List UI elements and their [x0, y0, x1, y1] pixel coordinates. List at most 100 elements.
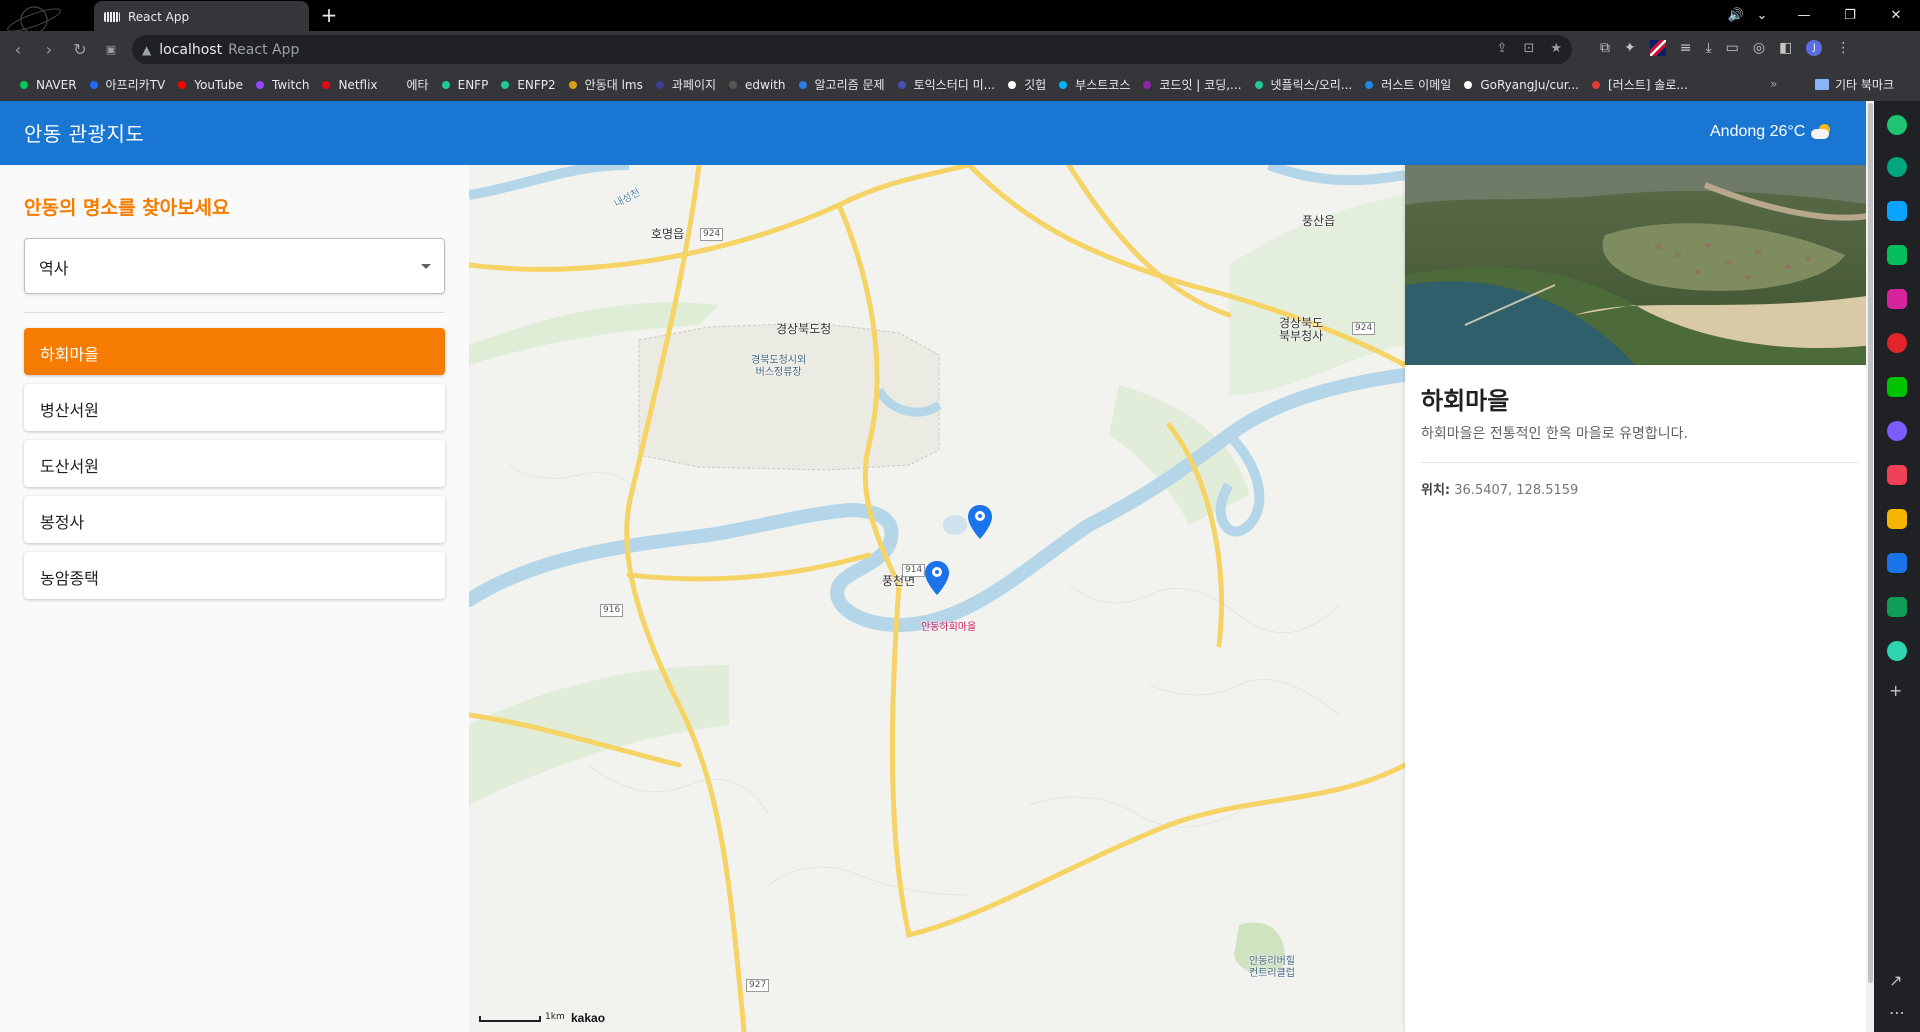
bookmark-item[interactable]: 아프리카TV [89, 76, 165, 93]
road-number: 927 [746, 979, 770, 992]
forward-icon[interactable]: › [36, 37, 62, 63]
bookmark-item[interactable]: GoRyangJu/cur... [1464, 78, 1579, 92]
bookmark-item[interactable]: 토익스터디 미... [897, 76, 995, 93]
bookmark-favicon-icon [1464, 80, 1473, 89]
restore-button[interactable]: ❐ [1828, 0, 1872, 31]
bookmarks-overflow-button[interactable]: » [1770, 77, 1777, 91]
place-item-label: 병산서원 [40, 401, 99, 420]
map-background [469, 165, 1405, 1032]
tab-search-icon[interactable]: ⌄ [1740, 0, 1784, 31]
place-photo [1405, 165, 1874, 365]
naver-band-icon[interactable] [1887, 245, 1907, 265]
partly-cloudy-icon [1811, 124, 1833, 140]
messenger-icon[interactable] [1887, 421, 1907, 441]
folder-icon [1815, 79, 1829, 90]
reader-icon[interactable]: ▣ [98, 37, 124, 63]
place-item-dosan[interactable]: 도산서원 [24, 440, 445, 487]
bookmark-favicon-icon [1365, 80, 1374, 89]
bookmark-item[interactable]: 러스트 이메일 [1365, 76, 1451, 93]
bookmark-favicon-icon [256, 80, 265, 89]
place-item-byeongsan[interactable]: 병산서원 [24, 384, 445, 431]
instagram-icon[interactable] [1887, 289, 1907, 309]
map-marker-icon[interactable] [967, 504, 993, 540]
bookmark-item[interactable]: 깃헙 [1008, 76, 1046, 93]
map-marker-icon[interactable] [924, 560, 950, 596]
other-bookmarks-folder[interactable]: 기타 북마크 [1815, 76, 1894, 93]
browser-toolbar: ‹ › ↻ ▣ ▲ localhost React App ⇪ ⊡ ★ ⧉ ✦ … [0, 31, 1920, 68]
place-item-nongam[interactable]: 농암종택 [24, 552, 445, 599]
bookmark-item[interactable]: NAVER [20, 78, 77, 92]
camera-icon[interactable]: ◎ [1753, 40, 1765, 56]
bookmark-item[interactable]: 안동대 lms [568, 76, 643, 93]
road-number: 924 [1352, 322, 1376, 335]
pocket-icon[interactable] [1887, 465, 1907, 485]
bookmarks-bar: NAVER 아프리카TV YouTube Twitch Netflix 에타 E… [0, 68, 1920, 101]
map-label-north-office: 경상북도 북부청사 [1279, 316, 1324, 343]
place-item-bongjeongsa[interactable]: 봉정사 [24, 496, 445, 543]
spotify-like-icon[interactable] [1887, 115, 1907, 135]
more-icon[interactable]: ⋯ [1889, 1003, 1905, 1022]
back-icon[interactable]: ‹ [5, 37, 31, 63]
browser-tab-bar: React App + 🔊 ⌄ — ❐ ✕ [0, 0, 1920, 33]
app-header: 안동 관광지도 Andong 26°C [0, 101, 1874, 165]
bookmark-favicon-icon [1254, 80, 1263, 89]
add-panel-icon[interactable]: + [1889, 681, 1902, 700]
page-scrollbar-thumb[interactable] [1868, 103, 1873, 983]
bookmark-item[interactable]: 코드잇 | 코딩,... [1143, 76, 1242, 93]
bookmark-item[interactable]: Twitch [256, 78, 309, 92]
line-icon[interactable] [1887, 377, 1907, 397]
reload-icon[interactable]: ↻ [67, 37, 93, 63]
finance-chart-icon[interactable] [1887, 597, 1907, 617]
bookmark-item[interactable]: edwith [729, 78, 786, 92]
extensions-icon[interactable]: ✦ [1624, 40, 1636, 56]
road-number: 924 [700, 228, 724, 241]
wallet-app-icon[interactable] [1887, 553, 1907, 573]
bookmark-item[interactable]: ENFP2 [501, 78, 556, 92]
bookmark-item[interactable]: 부스트코스 [1059, 76, 1130, 93]
wallet-icon[interactable]: ▭ [1726, 40, 1739, 56]
address-bar[interactable]: ▲ localhost React App ⇪ ⊡ ★ [132, 35, 1572, 64]
planet-decoration-icon [7, 6, 61, 31]
music-icon[interactable] [1887, 333, 1907, 353]
map-label-hoemyeong: 호명읍 [651, 227, 685, 241]
close-window-button[interactable]: ✕ [1874, 0, 1918, 31]
screenshot-icon[interactable]: ⧉ [1600, 40, 1610, 56]
browser-tab[interactable]: React App [94, 1, 309, 33]
bookmark-favicon-icon [20, 80, 28, 89]
play-icon[interactable] [1887, 641, 1907, 661]
dropdown-arrow-icon [421, 264, 431, 269]
bookmark-item[interactable]: ENFP [441, 78, 488, 92]
sidebar-toggle-icon[interactable]: ◧ [1779, 40, 1792, 56]
bookmark-item[interactable]: 넷플릭스/오리... [1254, 76, 1352, 93]
bookmark-item[interactable]: 알고리즘 문제 [798, 76, 885, 93]
new-tab-button[interactable]: + [316, 2, 342, 28]
install-icon[interactable]: ⊡ [1523, 41, 1534, 56]
bookmark-item[interactable]: Netflix [322, 78, 378, 92]
site-info-icon[interactable]: ▲ [142, 43, 151, 57]
profile-avatar[interactable]: J [1806, 40, 1823, 56]
share-icon[interactable]: ⇪ [1497, 41, 1508, 56]
bookmark-item[interactable]: 과페이지 [655, 76, 716, 93]
weather-widget: Andong 26°C [1710, 123, 1833, 141]
kakao-map[interactable]: 호명읍 경상북도청 경북도청시외 버스정류장 풍산읍 경상북도 북부청사 풍천면… [469, 165, 1405, 1032]
menu-icon[interactable]: ⋮ [1836, 40, 1850, 56]
download-icon[interactable]: ⤓ [1705, 40, 1711, 56]
bookmark-item[interactable]: [러스트] 솔로... [1591, 76, 1688, 93]
minimize-button[interactable]: — [1782, 0, 1826, 31]
bookmark-item[interactable]: 에타 [390, 76, 429, 93]
bookmark-favicon-icon [441, 80, 450, 89]
bookmark-favicon-icon [89, 80, 98, 89]
reading-list-icon[interactable]: ≡ [1680, 40, 1692, 56]
bookmark-item[interactable]: YouTube [178, 78, 243, 92]
place-item-hahoe[interactable]: 하회마을 [24, 328, 445, 375]
map-label-hahoe: 안동하회마을 [921, 622, 977, 633]
category-select[interactable]: 역사 [24, 238, 445, 294]
place-list: 하회마을 병산서원 도산서원 봉정사 농암종택 [24, 328, 445, 608]
edge-copilot-icon[interactable] [1887, 201, 1907, 221]
language-flag-icon[interactable] [1649, 40, 1666, 56]
chatgpt-icon[interactable] [1887, 157, 1907, 177]
bookmark-favicon-icon [390, 80, 399, 89]
favorites-star-icon[interactable] [1887, 509, 1907, 529]
external-link-icon[interactable]: ↗ [1889, 971, 1902, 990]
extension-puzzle-icon[interactable]: ★ [1550, 41, 1562, 56]
